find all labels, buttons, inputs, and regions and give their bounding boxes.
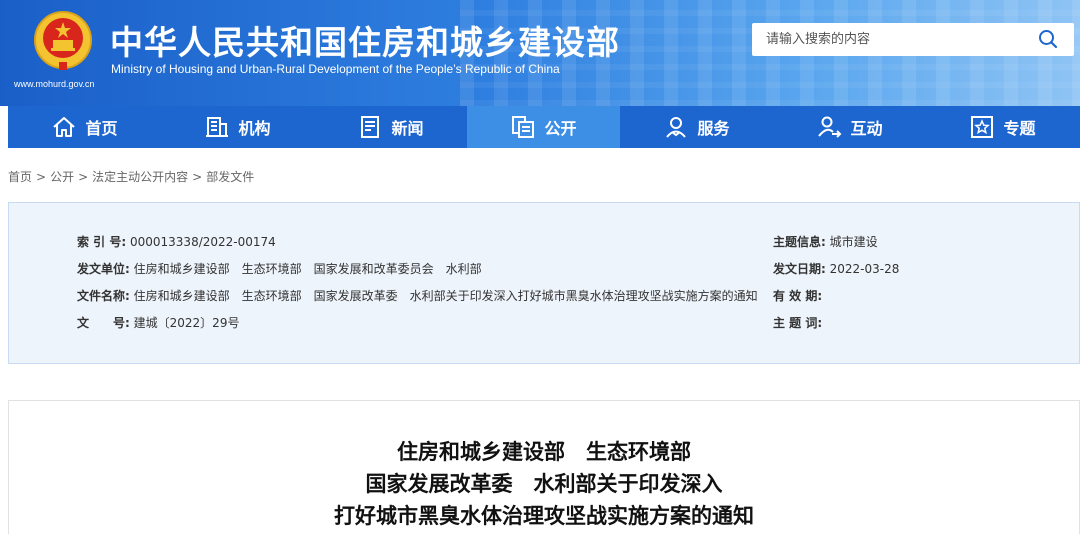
national-emblem-icon[interactable]	[33, 10, 93, 72]
breadcrumb: 首页 > 公开 > 法定主动公开内容 > 部发文件	[8, 170, 255, 184]
nav-item-organization[interactable]: 机构	[161, 106, 314, 148]
nav-item-label: 互动	[850, 119, 883, 138]
site-header: www.mohurd.gov.cn 中华人民共和国住房和城乡建设部 Minist…	[0, 0, 1080, 106]
search-box	[752, 23, 1074, 56]
main-nav: 首页 机构 新闻 公开 服务 互动 专题	[8, 106, 1080, 148]
docno-label: 文 号:	[77, 316, 130, 330]
keywords-label: 主 题 词:	[773, 316, 823, 330]
info-issuer-row: 发文单位: 住房和城乡建设部 生态环境部 国家发展和改革委员会 水利部	[77, 260, 482, 277]
info-validity-row: 有 效 期:	[773, 287, 822, 304]
building-icon	[206, 117, 229, 137]
info-docno-row: 文 号: 建城〔2022〕29号	[77, 314, 239, 331]
date-value: 2022-03-28	[829, 262, 900, 276]
index-value: 000013338/2022-00174	[129, 235, 276, 249]
breadcrumb-ministry-documents[interactable]: 部发文件	[206, 170, 254, 184]
issuer-label: 发文单位:	[77, 262, 130, 276]
info-theme-row: 主题信息: 城市建设	[773, 233, 878, 250]
site-title[interactable]: 中华人民共和国住房和城乡建设部	[110, 16, 620, 64]
theme-value: 城市建设	[829, 235, 878, 249]
home-icon	[53, 117, 76, 137]
breadcrumb-statutory-content[interactable]: 法定主动公开内容	[92, 170, 188, 184]
service-icon	[666, 117, 687, 138]
nav-item-label: 机构	[238, 119, 271, 138]
docname-label: 文件名称:	[77, 289, 130, 303]
validity-label: 有 效 期:	[773, 289, 823, 303]
documents-icon	[512, 116, 535, 138]
nav-item-topics[interactable]: 专题	[926, 106, 1079, 148]
date-label: 发文日期:	[773, 262, 826, 276]
topic-star-icon	[971, 116, 994, 138]
theme-label: 主题信息:	[773, 235, 826, 249]
info-index-row: 索 引 号: 000013338/2022-00174	[77, 233, 276, 250]
search-input[interactable]	[752, 23, 1032, 56]
nav-item-label: 首页	[85, 119, 118, 138]
issuer-value: 住房和城乡建设部 生态环境部 国家发展和改革委员会 水利部	[133, 262, 482, 276]
nav-item-label: 专题	[1003, 119, 1036, 138]
docno-value: 建城〔2022〕29号	[133, 316, 240, 330]
nav-item-label: 服务	[697, 119, 730, 138]
breadcrumb-public[interactable]: 公开	[50, 170, 74, 184]
search-icon[interactable]	[1038, 29, 1058, 49]
info-docname-row: 文件名称: 住房和城乡建设部 生态环境部 国家发展改革委 水利部关于印发深入打好…	[77, 287, 758, 304]
nav-item-interaction[interactable]: 互动	[773, 106, 926, 148]
index-label: 索 引 号:	[77, 235, 127, 249]
document-title-line: 打好城市黑臭水体治理攻坚战实施方案的通知	[334, 504, 754, 528]
document-title-line: 住房和城乡建设部 生态环境部	[397, 440, 691, 464]
nav-item-service[interactable]: 服务	[620, 106, 773, 148]
interaction-icon	[818, 116, 842, 138]
nav-item-label: 公开	[544, 119, 577, 138]
nav-item-label: 新闻	[391, 119, 424, 138]
document-title: 住房和城乡建设部 生态环境部 国家发展改革委 水利部关于印发深入 打好城市黑臭水…	[8, 436, 1080, 532]
info-keywords-row: 主 题 词:	[773, 314, 822, 331]
news-icon	[361, 116, 380, 138]
nav-item-public[interactable]: 公开	[467, 106, 620, 148]
info-date-row: 发文日期: 2022-03-28	[773, 260, 899, 277]
nav-item-home[interactable]: 首页	[8, 106, 161, 148]
document-info-panel: 索 引 号: 000013338/2022-00174 发文单位: 住房和城乡建…	[8, 202, 1080, 364]
breadcrumb-home[interactable]: 首页	[8, 170, 32, 184]
docname-value: 住房和城乡建设部 生态环境部 国家发展改革委 水利部关于印发深入打好城市黑臭水体…	[133, 289, 758, 303]
document-title-line: 国家发展改革委 水利部关于印发深入	[365, 472, 723, 496]
site-url: www.mohurd.gov.cn	[14, 79, 95, 89]
site-subtitle: Ministry of Housing and Urban-Rural Deve…	[111, 62, 560, 76]
nav-item-news[interactable]: 新闻	[314, 106, 467, 148]
